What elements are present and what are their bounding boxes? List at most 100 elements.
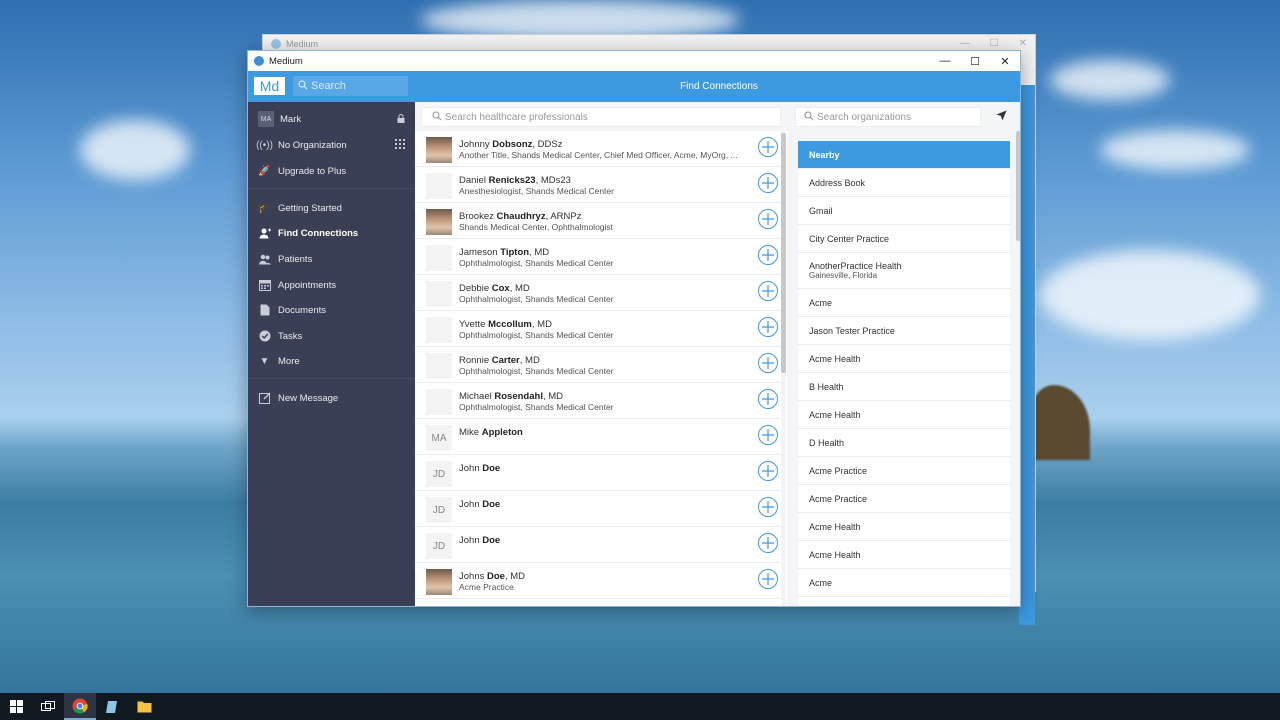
locate-button[interactable]: [988, 107, 1014, 127]
professional-name[interactable]: Debbie Cox, MD: [459, 283, 530, 294]
sidebar-item-more[interactable]: ▼ More: [248, 350, 415, 372]
add-connection-button[interactable]: [758, 461, 778, 481]
organization-item[interactable]: Address Book: [798, 169, 1010, 197]
professional-name[interactable]: John Doe: [459, 499, 500, 510]
organization-item[interactable]: Acme Health: [798, 541, 1010, 569]
professional-name[interactable]: John Doe: [459, 535, 500, 546]
background-cloud: [1050, 60, 1170, 100]
credential-suffix: , MD: [529, 247, 550, 258]
professional-name[interactable]: Michael Rosendahl, MD: [459, 391, 563, 402]
organization-item[interactable]: Acme: [798, 597, 1010, 607]
sidebar-item-upgrade[interactable]: 🚀 Upgrade to Plus: [248, 160, 415, 182]
global-search-placeholder: Search: [311, 80, 346, 92]
professional-name[interactable]: Ronnie Carter, MD: [459, 355, 540, 366]
add-connection-button[interactable]: [758, 533, 778, 553]
professional-row[interactable]: Yvette Mccollum, MD Ophthalmologist, Shan…: [415, 311, 781, 347]
professional-name[interactable]: Johns Doe, MD: [459, 571, 525, 582]
close-icon: ✕: [1018, 38, 1027, 49]
add-connection-button[interactable]: [758, 389, 778, 409]
app-logo-icon: [254, 56, 264, 66]
organization-item[interactable]: Nearby: [798, 141, 1010, 169]
sidebar-item-no-organization[interactable]: ((•)) No Organization: [248, 134, 415, 156]
add-connection-button[interactable]: [758, 497, 778, 517]
professional-row[interactable]: Brookez Chaudhryz, ARNPz Shands Medical C…: [415, 203, 781, 239]
professional-row[interactable]: JD John Doe: [415, 491, 781, 527]
sidebar-item-tasks[interactable]: Tasks: [248, 325, 415, 347]
list-scrollbar[interactable]: [781, 131, 786, 606]
organization-item[interactable]: Jason Tester Practice: [798, 317, 1010, 345]
sidebar-item-appointments[interactable]: Appointments: [248, 274, 415, 296]
organization-name: City Center Practice: [809, 233, 890, 244]
brand-logo[interactable]: Md: [254, 77, 285, 95]
add-connection-button[interactable]: [758, 425, 778, 445]
task-view-icon[interactable]: [32, 693, 64, 720]
organization-item[interactable]: D Health: [798, 429, 1010, 457]
minimize-button[interactable]: —: [930, 51, 960, 71]
organization-item[interactable]: Acme: [798, 289, 1010, 317]
professional-row[interactable]: MA Mike Appleton: [415, 419, 781, 455]
professional-row[interactable]: Ronnie Carter, MD Ophthalmologist, Shands…: [415, 347, 781, 383]
organization-scrollbar[interactable]: [1016, 131, 1020, 606]
chrome-icon[interactable]: [64, 693, 96, 720]
organization-item[interactable]: AnotherPractice Health Gainesville, Flori…: [798, 253, 1010, 289]
organization-item[interactable]: Gmail: [798, 197, 1010, 225]
close-button[interactable]: ✕: [990, 51, 1020, 71]
file-explorer-icon[interactable]: [128, 693, 160, 720]
organization-item[interactable]: Acme: [798, 569, 1010, 597]
global-search-input[interactable]: Search: [293, 76, 408, 96]
add-connection-button[interactable]: [758, 569, 778, 589]
add-connection-button[interactable]: [758, 353, 778, 373]
windows-start-icon[interactable]: [0, 693, 32, 720]
professional-row[interactable]: JD John Doe: [415, 527, 781, 563]
sidebar-user-mark[interactable]: MA Mark: [248, 108, 415, 130]
window-titlebar[interactable]: Medium: [248, 51, 1020, 71]
add-connection-button[interactable]: [758, 209, 778, 229]
professional-row[interactable]: Michael Rosendahl, MD Ophthalmologist, Sh…: [415, 383, 781, 419]
list-scrollbar-thumb[interactable]: [781, 133, 786, 373]
add-connection-button[interactable]: [758, 281, 778, 301]
add-connection-button[interactable]: [758, 245, 778, 265]
professional-row[interactable]: Daniel Renicks23, MDs23 Anesthesiologist,…: [415, 167, 781, 203]
window-controls: — ☐ ✕: [930, 51, 1020, 71]
organization-item[interactable]: Acme Practice: [798, 485, 1010, 513]
professional-name[interactable]: Johnny Dobsonz, DDSz: [459, 139, 562, 150]
grid-icon[interactable]: [395, 139, 405, 151]
professional-row[interactable]: Debbie Cox, MD Ophthalmologist, Shands Me…: [415, 275, 781, 311]
professional-row[interactable]: Johnny Dobsonz, DDSz Another Title, Shand…: [415, 131, 781, 167]
professional-name[interactable]: Daniel Renicks23, MDs23: [459, 175, 571, 186]
maximize-button[interactable]: ☐: [960, 51, 990, 71]
sidebar-item-new-message[interactable]: New Message: [248, 387, 415, 409]
professional-name[interactable]: John Doe: [459, 463, 500, 474]
professional-row[interactable]: JD John Doe: [415, 455, 781, 491]
organization-scrollbar-thumb[interactable]: [1016, 131, 1020, 241]
sidebar-item-documents[interactable]: Documents: [248, 299, 415, 321]
professional-details: Another Title, Shands Medical Center, Ch…: [459, 150, 738, 160]
professional-row[interactable]: Jameson Tipton, MD Ophthalmologist, Shand…: [415, 239, 781, 275]
professional-name[interactable]: Brookez Chaudhryz, ARNPz: [459, 211, 582, 222]
sidebar-item-patients[interactable]: Patients: [248, 248, 415, 270]
organization-search-input[interactable]: Search organizations: [795, 107, 981, 127]
notepad-icon[interactable]: [96, 693, 128, 720]
organization-item[interactable]: Acme Health: [798, 345, 1010, 373]
organization-item[interactable]: B Health: [798, 373, 1010, 401]
add-connection-button[interactable]: [758, 137, 778, 157]
professional-name[interactable]: Yvette Mccollum, MD: [459, 319, 552, 330]
professional-name[interactable]: Jameson Tipton, MD: [459, 247, 549, 258]
app-logo-icon: [271, 39, 281, 49]
organization-item[interactable]: Acme Health: [798, 401, 1010, 429]
last-name: Rosendahl: [494, 391, 543, 402]
sidebar-item-getting-started[interactable]: 🎓 Getting Started: [248, 197, 415, 219]
first-name: John: [459, 535, 480, 546]
last-name: Doe: [482, 463, 501, 474]
professional-name[interactable]: Mike Appleton: [459, 427, 523, 438]
organization-item[interactable]: City Center Practice: [798, 225, 1010, 253]
add-connection-button[interactable]: [758, 317, 778, 337]
professional-search-input[interactable]: Search healthcare professionals: [421, 107, 781, 127]
sidebar-item-find-connections[interactable]: Find Connections: [248, 222, 415, 244]
organization-item[interactable]: Acme Health: [798, 513, 1010, 541]
caret-down-icon: ▼: [259, 355, 270, 367]
add-connection-button[interactable]: [758, 173, 778, 193]
organization-item[interactable]: Acme Practice: [798, 457, 1010, 485]
plus-icon: [762, 501, 774, 513]
professional-row[interactable]: Johns Doe, MD Acme Practice: [415, 563, 781, 599]
